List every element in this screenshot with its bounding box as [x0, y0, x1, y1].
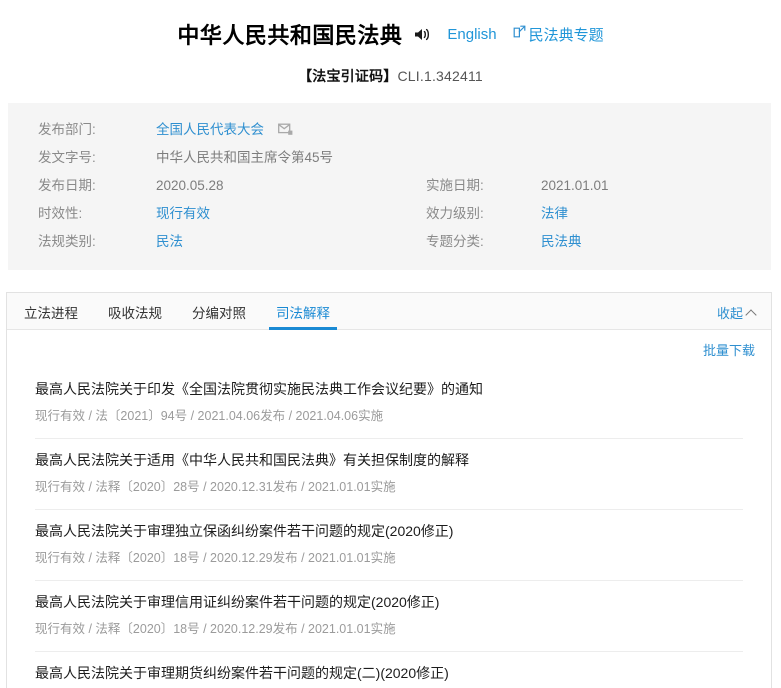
- meta-value-issue-date: 2020.05.28: [156, 178, 224, 193]
- meta-label-effective-date: 实施日期:: [426, 178, 484, 193]
- results-card: 批量下载 最高人民法院关于印发《全国法院贯彻实施民法典工作会议纪要》的通知 现行…: [6, 330, 772, 688]
- meta-value-validity[interactable]: 现行有效: [156, 201, 396, 226]
- batch-download-row: 批量下载: [7, 330, 771, 368]
- meta-value-doc-number: 中华人民共和国主席令第45号: [156, 150, 334, 165]
- result-title[interactable]: 最高人民法院关于审理独立保函纠纷案件若干问题的规定(2020修正): [35, 521, 743, 541]
- meta-value-topic-category[interactable]: 民法典: [541, 229, 771, 254]
- page-title: 中华人民共和国民法典: [177, 23, 403, 48]
- mail-icon[interactable]: [278, 123, 293, 136]
- meta-value-effective-date: 2021.01.01: [541, 178, 609, 193]
- meta-label-topic-category: 专题分类:: [426, 234, 484, 249]
- result-meta: 现行有效 / 法释〔2020〕28号 / 2020.12.31发布 / 2021…: [35, 480, 396, 494]
- list-item[interactable]: 最高人民法院关于审理期货纠纷案件若干问题的规定(二)(2020修正) 现行有效 …: [35, 652, 743, 688]
- result-meta: 现行有效 / 法释〔2020〕18号 / 2020.12.29发布 / 2021…: [35, 551, 396, 565]
- batch-download-link[interactable]: 批量下载: [703, 340, 755, 359]
- meta-label-doc-number: 发文字号:: [38, 150, 96, 165]
- result-meta: 现行有效 / 法〔2021〕94号 / 2021.04.06发布 / 2021.…: [35, 409, 384, 423]
- result-meta: 现行有效 / 法释〔2020〕18号 / 2020.12.29发布 / 2021…: [35, 622, 396, 636]
- citation-code-line: 【法宝引证码】CLI.1.342411: [0, 66, 781, 86]
- meta-label-effect-level: 效力级别:: [426, 206, 484, 221]
- tab-judicial-interpretation[interactable]: 司法解释: [269, 302, 337, 330]
- meta-label-publisher: 发布部门:: [38, 122, 96, 137]
- meta-value-publisher[interactable]: 全国人民代表大会: [156, 117, 396, 142]
- citation-code-label: 【法宝引证码】: [298, 68, 398, 84]
- tab-legislative-process[interactable]: 立法进程: [21, 302, 81, 329]
- tab-section-comparison[interactable]: 分编对照: [189, 302, 249, 329]
- result-title[interactable]: 最高人民法院关于审理期货纠纷案件若干问题的规定(二)(2020修正): [35, 663, 743, 683]
- english-link[interactable]: English: [447, 26, 496, 43]
- citation-code-value: CLI.1.342411: [397, 68, 483, 84]
- topic-link-wrap[interactable]: 民法典专题: [513, 24, 604, 45]
- speaker-icon[interactable]: [414, 27, 431, 42]
- list-item[interactable]: 最高人民法院关于适用《中华人民共和国民法典》有关担保制度的解释 现行有效 / 法…: [35, 439, 743, 510]
- collapse-label: 收起: [716, 306, 743, 321]
- list-item[interactable]: 最高人民法院关于印发《全国法院贯彻实施民法典工作会议纪要》的通知 现行有效 / …: [35, 368, 743, 439]
- metadata-grid: 发布部门: 全国人民代表大会 发文字号: 中华人民共和国主席令第45号 发布日期…: [8, 117, 771, 254]
- result-title[interactable]: 最高人民法院关于适用《中华人民共和国民法典》有关担保制度的解释: [35, 450, 743, 470]
- tab-absorbed-regulations[interactable]: 吸收法规: [105, 302, 165, 329]
- meta-label-right-2: [396, 145, 541, 170]
- meta-label-right-1: [396, 117, 541, 142]
- meta-label-validity: 时效性:: [38, 206, 83, 221]
- meta-value-effect-level[interactable]: 法律: [541, 201, 771, 226]
- collapse-button[interactable]: 收起: [716, 303, 757, 329]
- result-list: 最高人民法院关于印发《全国法院贯彻实施民法典工作会议纪要》的通知 现行有效 / …: [7, 368, 771, 688]
- tab-bar: 立法进程 吸收法规 分编对照 司法解释 收起: [7, 293, 771, 330]
- tabs-card: 立法进程 吸收法规 分编对照 司法解释 收起: [6, 292, 772, 330]
- meta-value-publisher-text: 全国人民代表大会: [156, 122, 264, 137]
- chevron-up-icon: [745, 308, 757, 321]
- meta-label-issue-date: 发布日期:: [38, 178, 96, 193]
- metadata-panel: 发布部门: 全国人民代表大会 发文字号: 中华人民共和国主席令第45号 发布日期…: [8, 103, 771, 270]
- meta-label-category: 法规类别:: [38, 234, 96, 249]
- result-title[interactable]: 最高人民法院关于审理信用证纠纷案件若干问题的规定(2020修正): [35, 592, 743, 612]
- title-row: 中华人民共和国民法典 English 民法典专题: [0, 18, 781, 50]
- meta-value-category[interactable]: 民法: [156, 229, 396, 254]
- external-link-icon: [513, 25, 526, 43]
- result-title[interactable]: 最高人民法院关于印发《全国法院贯彻实施民法典工作会议纪要》的通知: [35, 379, 743, 399]
- list-item[interactable]: 最高人民法院关于审理信用证纠纷案件若干问题的规定(2020修正) 现行有效 / …: [35, 581, 743, 652]
- meta-value-right-2: [541, 145, 771, 170]
- topic-link-label: 民法典专题: [528, 26, 604, 44]
- meta-value-right-1: [541, 117, 771, 142]
- document-header: 中华人民共和国民法典 English 民法典专题 【法宝引证码】CLI.1.34…: [0, 0, 781, 86]
- list-item[interactable]: 最高人民法院关于审理独立保函纠纷案件若干问题的规定(2020修正) 现行有效 /…: [35, 510, 743, 581]
